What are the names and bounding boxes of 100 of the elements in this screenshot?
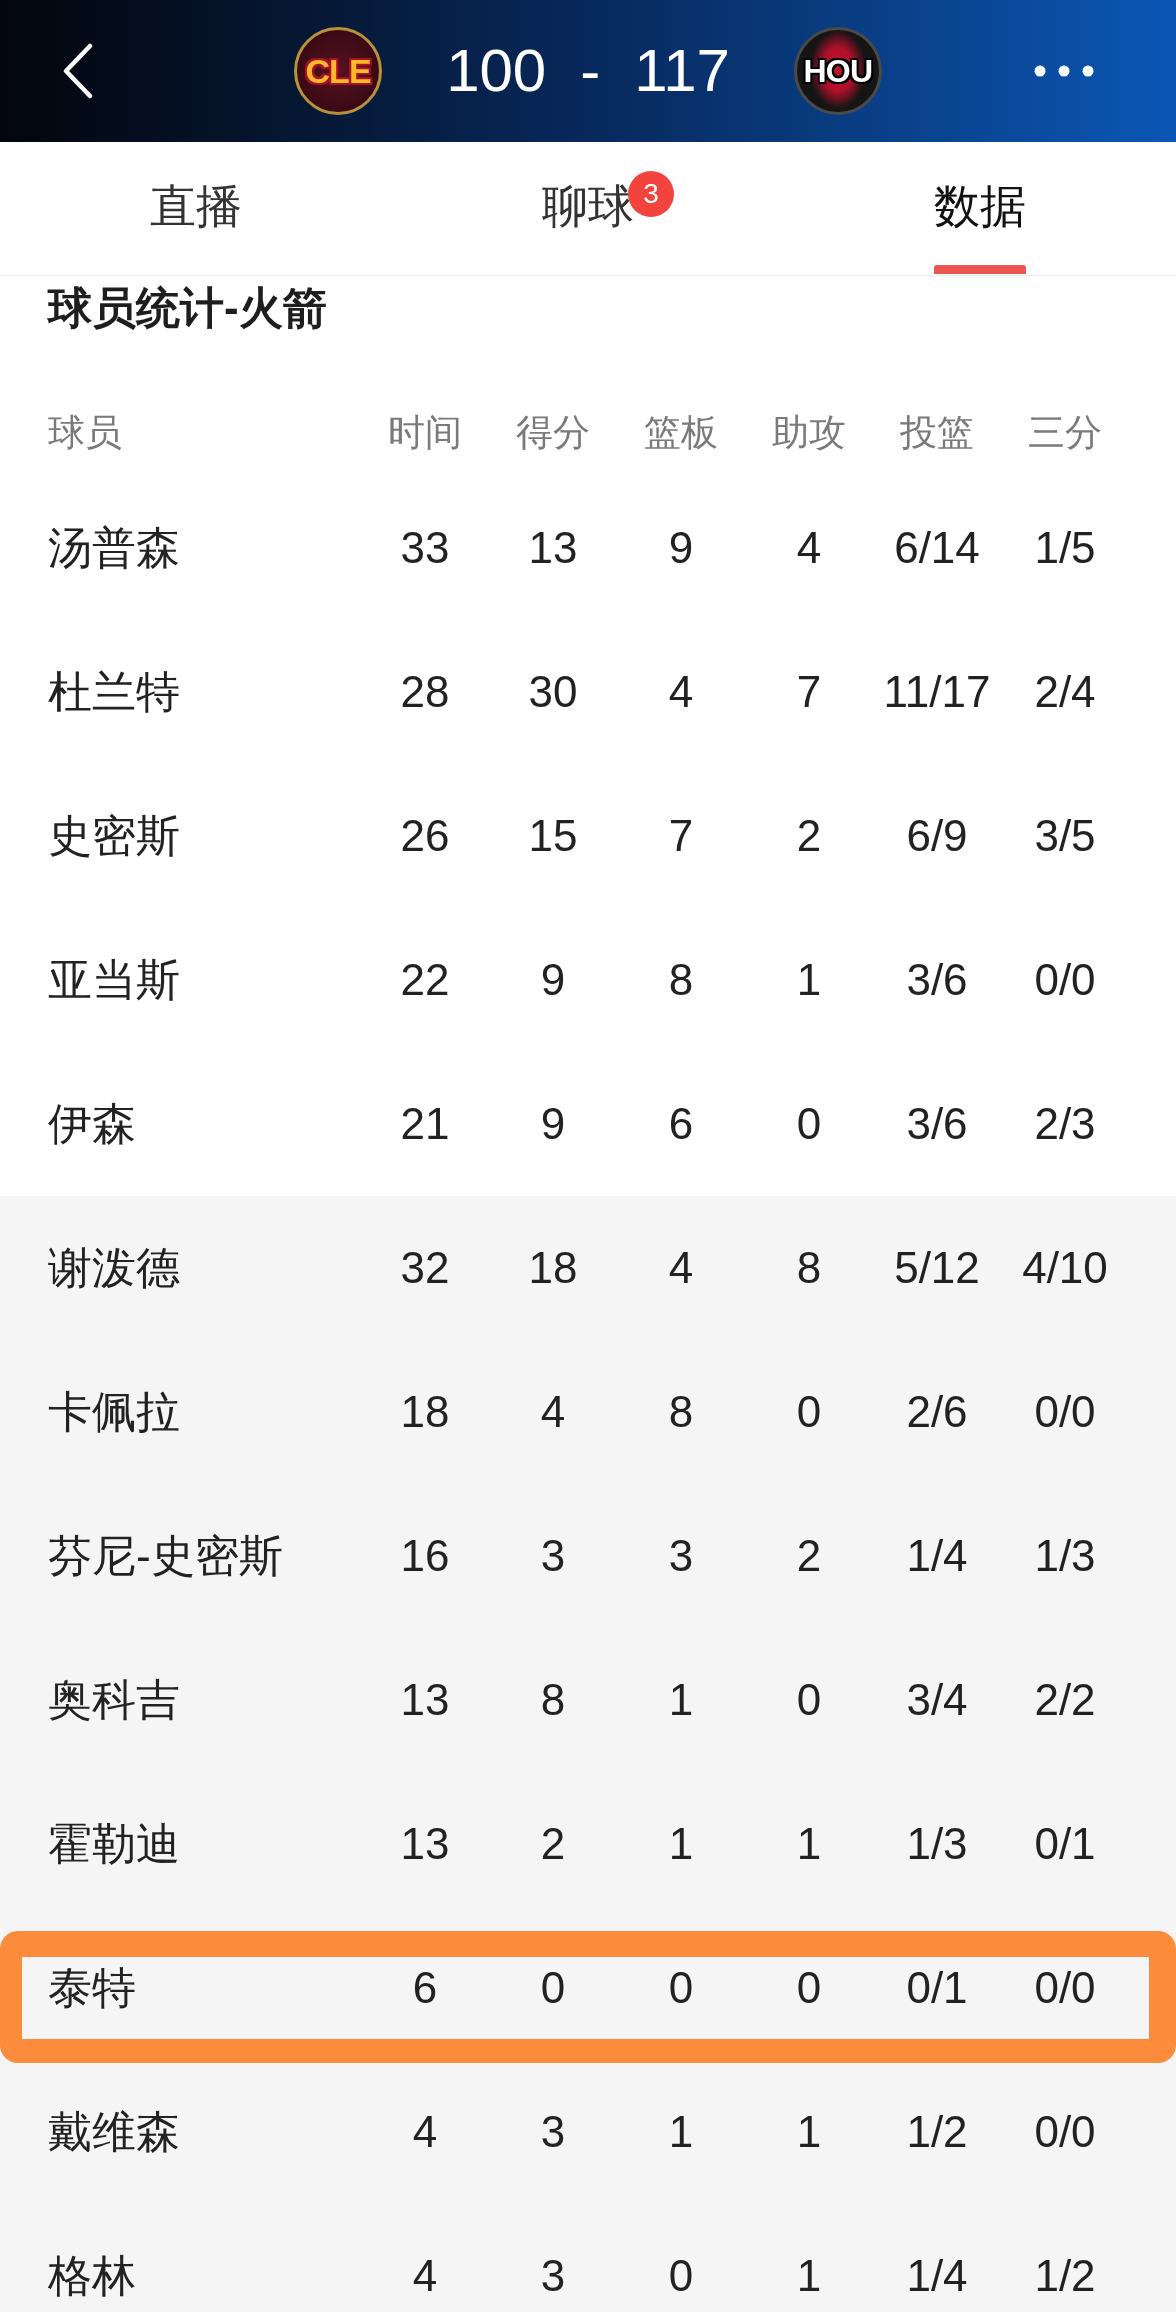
stat-value: 3/4 xyxy=(906,1678,968,1722)
stat-value: 0/0 xyxy=(1034,2110,1096,2154)
more-button[interactable] xyxy=(1034,65,1094,77)
notification-badge: 3 xyxy=(628,171,674,217)
stat-value: 0 xyxy=(796,1966,822,2010)
stat-value: 8 xyxy=(668,1390,694,1434)
stat-value: 2 xyxy=(796,814,822,858)
stat-value: 0 xyxy=(796,1678,822,1722)
more-icon xyxy=(1034,65,1094,77)
player-name: 泰特 xyxy=(48,1963,136,2012)
stat-value: 3 xyxy=(540,2254,566,2298)
player-name: 亚当斯 xyxy=(48,955,180,1004)
back-button[interactable] xyxy=(62,43,94,99)
player-name: 奥科吉 xyxy=(48,1675,180,1724)
player-name: 杜兰特 xyxy=(48,667,180,716)
stat-value: 33 xyxy=(400,526,450,570)
stat-value: 4 xyxy=(796,526,822,570)
stat-value: 11/17 xyxy=(883,670,991,714)
column-header: 得分 xyxy=(516,413,590,453)
stat-value: 30 xyxy=(528,670,578,714)
stat-value: 1 xyxy=(796,1822,822,1866)
stat-value: 4 xyxy=(412,2254,438,2298)
stat-value: 4 xyxy=(668,1246,694,1290)
stat-value: 7 xyxy=(668,814,694,858)
stat-value: 8 xyxy=(668,958,694,1002)
tab[interactable]: 数据 xyxy=(934,183,1026,274)
player-name: 史密斯 xyxy=(48,811,180,860)
stat-value: 1/4 xyxy=(906,2254,968,2298)
player-name: 卡佩拉 xyxy=(48,1387,180,1436)
stat-value: 2 xyxy=(796,1534,822,1578)
stat-value: 4 xyxy=(668,670,694,714)
stat-value: 18 xyxy=(528,1246,578,1290)
column-header: 助攻 xyxy=(772,413,846,453)
stat-value: 0 xyxy=(796,1390,822,1434)
stat-value: 26 xyxy=(400,814,450,858)
player-name: 芬尼-史密斯 xyxy=(48,1531,283,1580)
home-score: 100 xyxy=(446,39,547,103)
stat-value: 3/6 xyxy=(906,958,968,1002)
stat-value: 0 xyxy=(796,1102,822,1146)
stat-value: 32 xyxy=(400,1246,450,1290)
stat-value: 13 xyxy=(400,1678,450,1722)
stat-value: 3 xyxy=(540,1534,566,1578)
stat-value: 0 xyxy=(668,1966,694,2010)
stat-value: 0/1 xyxy=(1034,1822,1096,1866)
stat-value: 21 xyxy=(400,1102,450,1146)
stat-value: 0/0 xyxy=(1034,1390,1096,1434)
stat-value: 5/12 xyxy=(894,1246,980,1290)
stat-value: 2/4 xyxy=(1034,670,1096,714)
stat-value: 22 xyxy=(400,958,450,1002)
stat-value: 1 xyxy=(668,2110,694,2154)
column-header: 篮板 xyxy=(644,413,718,453)
stat-value: 3/5 xyxy=(1034,814,1096,858)
stat-value: 2/2 xyxy=(1034,1678,1096,1722)
column-header: 投篮 xyxy=(900,413,974,453)
stat-value: 1/3 xyxy=(906,1822,968,1866)
stat-value: 6/14 xyxy=(894,526,980,570)
stat-value: 9 xyxy=(668,526,694,570)
stat-value: 4 xyxy=(540,1390,566,1434)
column-header: 球员 xyxy=(48,412,122,453)
column-header: 三分 xyxy=(1028,413,1102,453)
stat-value: 4 xyxy=(412,2110,438,2154)
stat-value: 0/0 xyxy=(1034,1966,1096,2010)
tab[interactable]: 直播 xyxy=(150,183,242,229)
stat-value: 1 xyxy=(796,2110,822,2154)
stat-value: 13 xyxy=(528,526,578,570)
stat-value: 0 xyxy=(540,1966,566,2010)
stat-value: 2/6 xyxy=(906,1390,968,1434)
team-logo: CLE xyxy=(294,27,383,115)
back-icon xyxy=(62,43,94,99)
stat-value: 18 xyxy=(400,1390,450,1434)
player-name: 格林 xyxy=(48,2251,136,2300)
stat-value: 1 xyxy=(796,958,822,1002)
stat-value: 1/4 xyxy=(906,1534,968,1578)
stat-value: 6 xyxy=(412,1966,438,2010)
score-separator: - xyxy=(580,39,601,103)
stat-value: 3 xyxy=(668,1534,694,1578)
player-name: 汤普森 xyxy=(48,523,180,572)
stat-value: 1/3 xyxy=(1034,1534,1096,1578)
stat-value: 15 xyxy=(528,814,578,858)
stat-value: 0/0 xyxy=(1034,958,1096,1002)
stat-value: 16 xyxy=(400,1534,450,1578)
section-title: 球员统计-火箭 xyxy=(48,282,327,334)
away-score: 117 xyxy=(634,39,730,103)
stat-value: 0 xyxy=(668,2254,694,2298)
stat-value: 1/2 xyxy=(1034,2254,1096,2298)
stat-value: 6 xyxy=(668,1102,694,1146)
stat-value: 4/10 xyxy=(1022,1246,1108,1290)
stat-value: 1/5 xyxy=(1034,526,1096,570)
player-name: 霍勒迪 xyxy=(48,1819,180,1868)
stat-value: 1 xyxy=(668,1678,694,1722)
stat-value: 3 xyxy=(540,2110,566,2154)
stat-value: 6/9 xyxy=(906,814,968,858)
stat-value: 9 xyxy=(540,958,566,1002)
stat-value: 0/1 xyxy=(906,1966,968,2010)
stat-value: 7 xyxy=(796,670,822,714)
player-name: 谢泼德 xyxy=(48,1243,180,1292)
stat-value: 1 xyxy=(796,2254,822,2298)
stat-value: 2/3 xyxy=(1034,1102,1096,1146)
player-name: 伊森 xyxy=(48,1099,136,1148)
stat-value: 13 xyxy=(400,1822,450,1866)
